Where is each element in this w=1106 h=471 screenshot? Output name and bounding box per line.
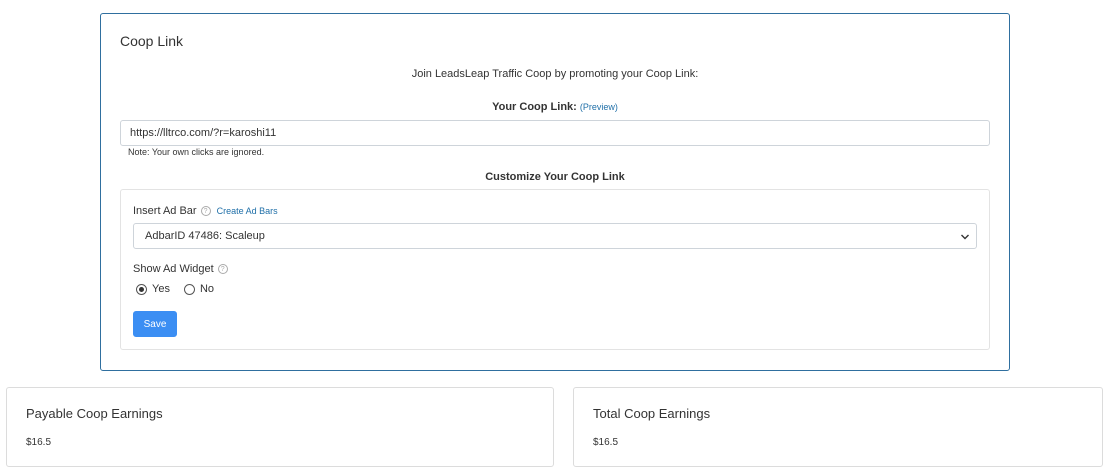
coop-link-input[interactable] [120,120,990,146]
total-earnings-title: Total Coop Earnings [593,406,711,421]
insert-ad-bar-label: Insert Ad Bar ? Create Ad Bars [133,205,278,217]
insert-ad-bar-text: Insert Ad Bar [133,205,197,217]
payable-earnings-card: Payable Coop Earnings $16.5 [6,387,554,467]
total-earnings-value: $16.5 [593,437,619,448]
join-instructions: Join LeadsLeap Traffic Coop by promoting… [411,68,699,80]
help-icon[interactable]: ? [200,206,211,216]
ad-widget-radio-group: Yes No [136,283,228,295]
coop-link-card: Coop Link Join LeadsLeap Traffic Coop by… [100,13,1010,371]
radio-yes[interactable]: Yes [136,283,170,295]
own-clicks-note: Note: Your own clicks are ignored. [128,147,265,157]
payable-earnings-value: $16.5 [26,437,52,448]
radio-no-circle [183,283,195,295]
radio-selected-dot [139,286,144,292]
coop-link-heading-label: Your Coop Link: [492,101,577,113]
radio-no[interactable]: No [183,283,215,295]
payable-earnings-title: Payable Coop Earnings [26,406,163,421]
customize-heading: Customize Your Coop Link [485,171,625,183]
coop-link-heading: Your Coop Link: (Preview) [101,101,1009,113]
radio-no-label: No [199,283,215,295]
ad-bar-select[interactable]: AdbarID 47486: Scaleup [133,223,977,249]
chevron-down-icon [961,234,969,240]
show-ad-widget-label: Show Ad Widget ? [133,263,228,275]
create-ad-bars-link[interactable]: Create Ad Bars [217,206,278,216]
customize-panel: Insert Ad Bar ? Create Ad Bars AdbarID 4… [120,189,990,350]
coop-link-title: Coop Link [120,33,184,49]
total-earnings-card: Total Coop Earnings $16.5 [573,387,1103,467]
preview-link[interactable]: (Preview) [580,102,618,112]
radio-yes-circle [136,283,147,295]
ad-bar-selected-value: AdbarID 47486: Scaleup [145,230,265,242]
radio-yes-label: Yes [152,283,170,295]
show-ad-widget-text: Show Ad Widget [133,263,214,275]
save-button[interactable]: Save [133,311,177,337]
help-icon[interactable]: ? [217,264,228,274]
